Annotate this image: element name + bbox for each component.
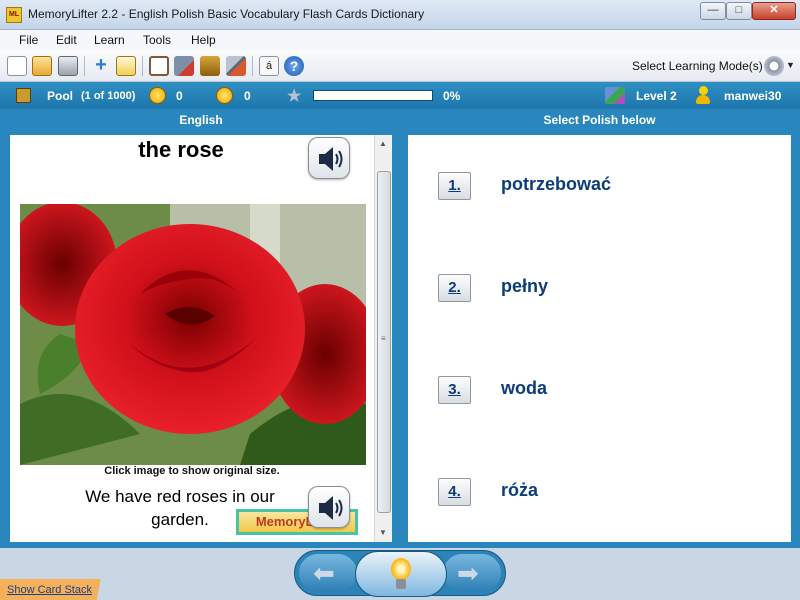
question-word: the rose	[138, 137, 224, 162]
arrow-left-icon: ⬅	[313, 558, 335, 588]
show-card-stack-link[interactable]: Show Card Stack	[7, 584, 92, 596]
smile-sad-icon	[216, 87, 233, 104]
smile-happy-icon	[149, 87, 166, 104]
answer-text[interactable]: woda	[501, 378, 547, 399]
close-button[interactable]: ✕	[752, 2, 796, 20]
app-icon: ML	[6, 7, 22, 23]
answer-number-button[interactable]: 4.	[438, 478, 471, 506]
answer-text[interactable]: róża	[501, 480, 538, 501]
scroll-down-arrow[interactable]: ▼	[379, 528, 387, 537]
speaker-icon	[319, 147, 343, 171]
play-sentence-audio-button[interactable]	[308, 486, 350, 528]
answer-number-button[interactable]: 1.	[438, 172, 471, 200]
toolbar-separator	[84, 56, 85, 76]
correct-count: 0	[176, 89, 183, 103]
minimize-button[interactable]: —	[700, 2, 726, 20]
toolbar-separator	[142, 56, 143, 76]
toolbar: + á ? Select Learning Mode(s) ▼	[0, 50, 800, 82]
slideshow-icon[interactable]	[149, 56, 169, 76]
help-icon[interactable]: ?	[284, 56, 304, 76]
print-icon[interactable]	[58, 56, 78, 76]
username: manwei30	[724, 89, 782, 103]
learning-mode-label[interactable]: Select Learning Mode(s)	[632, 59, 763, 73]
open-icon[interactable]	[32, 56, 52, 76]
next-card-button[interactable]: ➡	[443, 554, 501, 592]
pool-icon	[16, 88, 31, 103]
scroll-up-arrow[interactable]: ▲	[379, 139, 387, 148]
menu-help[interactable]: Help	[191, 33, 216, 47]
card-navigation: ⬅ ➡	[294, 550, 506, 597]
gear-icon[interactable]	[764, 56, 784, 76]
progress-bar	[313, 90, 433, 101]
answer-text[interactable]: pełny	[501, 276, 548, 297]
user-icon	[696, 86, 710, 104]
rose-illustration	[20, 204, 366, 465]
menu-file[interactable]: File	[19, 33, 38, 47]
maximize-button[interactable]: □	[726, 2, 752, 20]
settings-icon[interactable]	[226, 56, 246, 76]
progress-percent: 0%	[443, 89, 461, 103]
window-title: MemoryLifter 2.2 - English Polish Basic …	[28, 7, 425, 21]
answer-number-button[interactable]: 3.	[438, 376, 471, 404]
main-area: English Select Polish below the rose Cli…	[0, 109, 800, 548]
new-icon[interactable]	[7, 56, 27, 76]
toolbar-separator	[252, 56, 253, 76]
title-bar: ML MemoryLifter 2.2 - English Polish Bas…	[0, 0, 800, 30]
arrow-right-icon: ➡	[457, 558, 479, 588]
show-card-stack-tab[interactable]: Show Card Stack	[0, 579, 122, 600]
wrong-count: 0	[244, 89, 251, 103]
level-label: Level 2	[636, 89, 677, 103]
bottom-bar: ⬅ ➡ Show Card Stack	[0, 548, 800, 600]
add-icon[interactable]: +	[91, 55, 111, 76]
question-panel: the rose Click image to show original si…	[10, 135, 392, 542]
hint-button[interactable]	[355, 551, 447, 597]
answer-header: Select Polish below	[543, 113, 656, 127]
pool-label: Pool	[47, 89, 73, 103]
pool-count: (1 of 1000)	[81, 90, 136, 102]
answer-panel: 1. potrzebować 2. pełny 3. woda 4. róża	[408, 135, 791, 542]
lightbulb-icon	[389, 558, 413, 592]
audio-record-icon[interactable]	[174, 56, 194, 76]
chevron-down-icon[interactable]: ▼	[786, 60, 795, 70]
answer-number-button[interactable]: 2.	[438, 274, 471, 302]
rose-image[interactable]	[20, 204, 366, 465]
play-word-audio-button[interactable]	[308, 137, 350, 179]
menu-bar: File Edit Learn Tools Help	[0, 30, 800, 50]
menu-edit[interactable]: Edit	[56, 33, 77, 47]
status-bar: Pool (1 of 1000) 0 0 ★ 0% Level 2 manwei…	[0, 82, 800, 109]
edit-icon[interactable]	[116, 56, 136, 76]
scrollbar-thumb[interactable]: ≡	[377, 171, 391, 513]
question-header: English	[179, 113, 223, 127]
cards-icon[interactable]	[200, 56, 220, 76]
speaker-icon	[319, 496, 343, 520]
level-icon	[605, 87, 625, 104]
previous-card-button[interactable]: ⬅	[299, 554, 357, 592]
image-caption: Click image to show original size.	[104, 465, 280, 477]
star-icon: ★	[287, 88, 302, 105]
special-char-icon[interactable]: á	[259, 56, 279, 76]
menu-learn[interactable]: Learn	[94, 33, 125, 47]
answer-text[interactable]: potrzebować	[501, 174, 611, 195]
vertical-scrollbar[interactable]: ▲ ≡ ▼	[374, 135, 392, 542]
menu-tools[interactable]: Tools	[143, 33, 171, 47]
